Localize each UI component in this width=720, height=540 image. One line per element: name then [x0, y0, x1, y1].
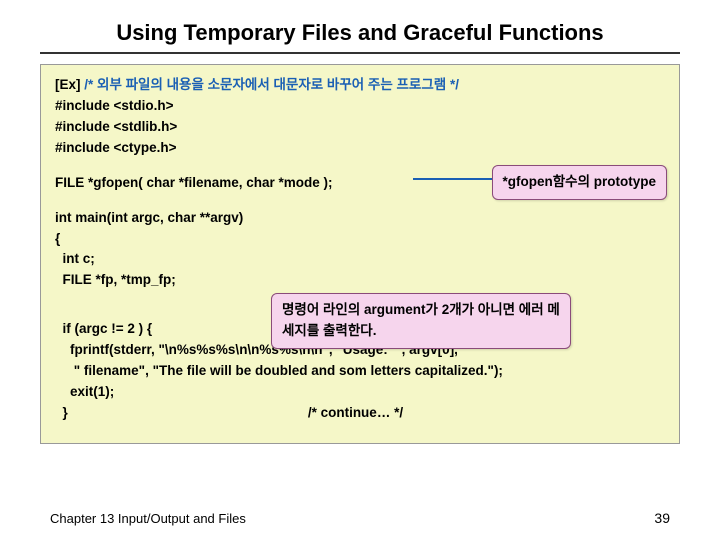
- ex-tag: [Ex]: [55, 77, 84, 92]
- callout-prototype: *gfopen함수의 prototype: [492, 165, 668, 200]
- code-line: FILE *fp, *tmp_fp;: [55, 270, 665, 291]
- code-line: " filename", "The file will be doubled a…: [55, 361, 665, 382]
- footer-text: Chapter 13 Input/Output and Files: [50, 511, 246, 526]
- brace: }: [55, 405, 68, 420]
- page-number: 39: [654, 510, 670, 526]
- code-line: int main(int argc, char **argv): [55, 208, 665, 229]
- code-line-last: } /* continue… */: [55, 403, 665, 424]
- code-line: #include <ctype.h>: [55, 138, 665, 159]
- code-line: #include <stdlib.h>: [55, 117, 665, 138]
- callout-argc: 명령어 라인의 argument가 2개가 아니면 에러 메세지를 출력한다.: [271, 293, 571, 349]
- code-line: {: [55, 229, 665, 250]
- code-line: #include <stdio.h>: [55, 96, 665, 117]
- code-line: exit(1);: [55, 382, 665, 403]
- slide-title: Using Temporary Files and Graceful Funct…: [40, 20, 680, 54]
- code-comment: /* 외부 파일의 내용을 소문자에서 대문자로 바꾸어 주는 프로그램 */: [84, 77, 459, 92]
- continue-comment: /* continue… */: [68, 405, 403, 420]
- slide: Using Temporary Files and Graceful Funct…: [0, 0, 720, 540]
- code-box: [Ex] /* 외부 파일의 내용을 소문자에서 대문자로 바꾸어 주는 프로그…: [40, 64, 680, 444]
- code-line-1: [Ex] /* 외부 파일의 내용을 소문자에서 대문자로 바꾸어 주는 프로그…: [55, 75, 665, 96]
- code-line: int c;: [55, 249, 665, 270]
